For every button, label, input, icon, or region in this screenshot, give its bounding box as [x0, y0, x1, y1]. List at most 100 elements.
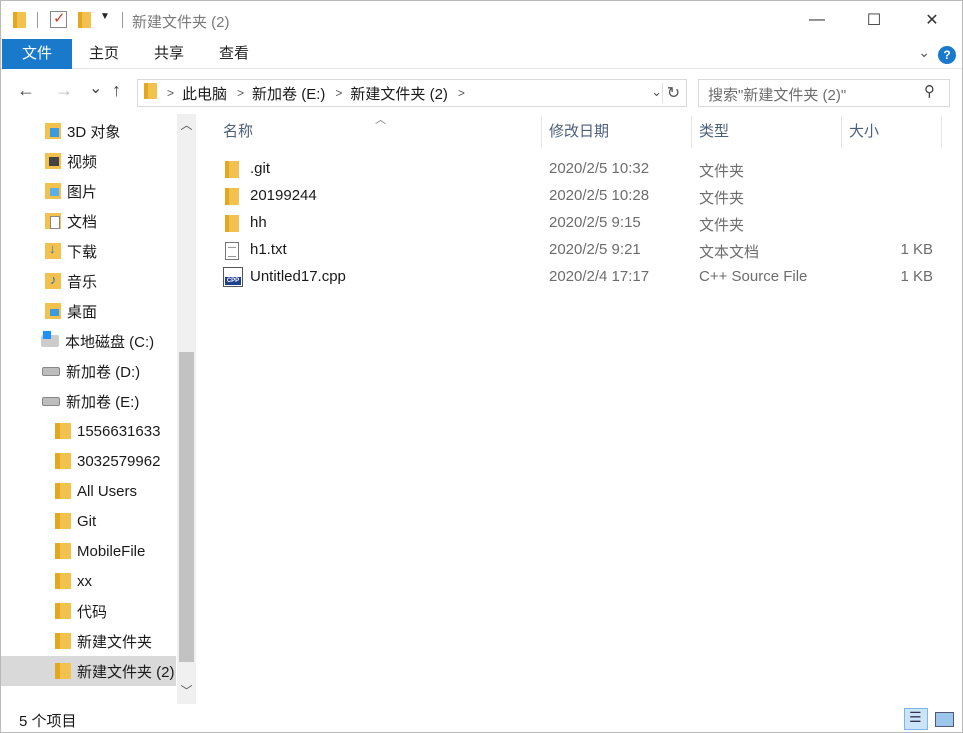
file-list: ︿ 名称 修改日期 类型 大小 .git 2020/2/5 10:32 文件夹 …: [197, 114, 962, 704]
ribbon-tabs: 文件 主页 共享 查看 ⌄ ?: [1, 39, 962, 69]
table-row[interactable]: h1.txt 2020/2/5 9:21 文本文档 1 KB: [219, 237, 939, 264]
minimize-button[interactable]: —: [789, 1, 845, 39]
sidebar-item-music[interactable]: 音乐: [1, 266, 176, 296]
scrollbar-thumb[interactable]: [179, 352, 194, 662]
folder-icon: [55, 423, 71, 439]
details-view-icon[interactable]: [904, 708, 928, 730]
sidebar-item-pictures[interactable]: 图片: [1, 176, 176, 206]
forward-arrow-icon[interactable]: →: [55, 80, 73, 101]
breadcrumb-current-folder[interactable]: 新建文件夹 (2): [350, 83, 448, 104]
search-input[interactable]: 搜索"新建文件夹 (2)": [698, 79, 950, 107]
sidebar-item-drive-d[interactable]: 新加卷 (D:): [1, 356, 176, 386]
properties-icon[interactable]: [50, 9, 67, 28]
divider[interactable]: [941, 116, 942, 148]
sidebar-item-folder[interactable]: xx: [1, 566, 176, 596]
sidebar-item-downloads[interactable]: 下载: [1, 236, 176, 266]
address-bar[interactable]: > 此电脑 > 新加卷 (E:) > 新建文件夹 (2) > ⌄ ↻: [137, 79, 687, 107]
windows-drive-icon: [41, 331, 59, 347]
folder-icon: [55, 633, 71, 649]
folder-icon: [225, 215, 239, 232]
breadcrumb-this-pc[interactable]: 此电脑: [182, 83, 227, 104]
chevron-up-icon[interactable]: ︿: [177, 116, 196, 136]
download-icon: [45, 241, 61, 259]
folder-icon: [144, 83, 157, 103]
folder-icon: [55, 573, 71, 589]
window-title: 新建文件夹 (2): [132, 14, 230, 31]
sidebar-item-3d-objects[interactable]: 3D 对象: [1, 116, 176, 146]
divider: [37, 12, 38, 28]
sidebar-item-desktop[interactable]: 桌面: [1, 296, 176, 326]
drive-icon: [42, 396, 60, 406]
folder-icon: [55, 663, 71, 679]
folder-icon: [55, 543, 71, 559]
sidebar-item-folder[interactable]: All Users: [1, 476, 176, 506]
refresh-icon[interactable]: ↻: [662, 83, 684, 103]
column-header-date[interactable]: 修改日期: [549, 118, 609, 146]
breadcrumb-drive-e[interactable]: 新加卷 (E:): [252, 83, 325, 104]
large-icons-view-icon[interactable]: [932, 708, 956, 730]
sidebar-item-folder[interactable]: 1556631633: [1, 416, 176, 446]
table-row[interactable]: 20199244 2020/2/5 10:28 文件夹: [219, 183, 939, 210]
music-icon: [45, 272, 61, 289]
chevron-right-icon[interactable]: >: [237, 86, 244, 100]
back-arrow-icon[interactable]: ←: [17, 80, 35, 101]
sidebar-item-drive-e[interactable]: 新加卷 (E:): [1, 386, 176, 416]
close-button[interactable]: ✕: [904, 1, 960, 39]
chevron-down-icon[interactable]: ⌄: [651, 84, 662, 100]
folder-icon: [55, 513, 71, 529]
chevron-right-icon[interactable]: >: [458, 86, 465, 100]
folder-icon[interactable]: [13, 10, 26, 30]
tab-home[interactable]: 主页: [77, 39, 131, 69]
tab-file[interactable]: 文件: [2, 39, 72, 69]
divider: [122, 12, 123, 28]
table-row[interactable]: Untitled17.cpp 2020/2/4 17:17 C++ Source…: [219, 264, 939, 291]
sidebar-item-videos[interactable]: 视频: [1, 146, 176, 176]
folder-icon: [225, 188, 239, 205]
pictures-icon: [45, 183, 61, 199]
sidebar-item-folder[interactable]: MobileFile: [1, 536, 176, 566]
video-icon: [45, 153, 61, 169]
chevron-down-icon[interactable]: ﹀: [177, 682, 196, 702]
text-file-icon: [225, 242, 239, 260]
navigation-pane: 3D 对象 视频 图片 文档 下载 音乐 桌面 本地磁盘 (C:) 新加卷 (D…: [1, 114, 197, 704]
documents-icon: [45, 213, 61, 229]
up-arrow-icon[interactable]: ↑: [112, 80, 121, 101]
navigation-scrollbar[interactable]: ︿ ﹀: [177, 114, 196, 704]
divider[interactable]: [691, 116, 692, 148]
drive-icon: [42, 366, 60, 376]
new-folder-icon[interactable]: [78, 10, 91, 30]
chevron-down-icon[interactable]: ⌄: [918, 44, 930, 61]
title-bar: ▼ 新建文件夹 (2) — ☐ ✕: [1, 1, 962, 39]
folder-icon: [55, 453, 71, 469]
sidebar-item-documents[interactable]: 文档: [1, 206, 176, 236]
divider[interactable]: [541, 116, 542, 148]
table-row[interactable]: hh 2020/2/5 9:15 文件夹: [219, 210, 939, 237]
column-header-size[interactable]: 大小: [849, 118, 879, 146]
status-bar: 5 个项目: [1, 704, 962, 732]
column-header-type[interactable]: 类型: [699, 118, 729, 146]
desktop-icon: [45, 303, 61, 319]
cpp-file-icon: [223, 267, 243, 287]
column-header-name[interactable]: 名称: [223, 118, 253, 146]
search-icon[interactable]: ⚲: [924, 82, 953, 100]
maximize-button[interactable]: ☐: [846, 1, 902, 39]
sort-ascending-icon: ︿: [375, 114, 386, 126]
tab-share[interactable]: 共享: [142, 39, 196, 69]
sidebar-item-folder[interactable]: 新建文件夹: [1, 626, 176, 656]
chevron-right-icon[interactable]: >: [335, 86, 342, 100]
sidebar-item-folder[interactable]: 代码: [1, 596, 176, 626]
item-count: 5 个项目: [19, 713, 77, 730]
sidebar-item-selected-folder[interactable]: 新建文件夹 (2): [1, 656, 176, 686]
table-row[interactable]: .git 2020/2/5 10:32 文件夹: [219, 156, 939, 183]
recent-locations-icon[interactable]: ⌄: [89, 78, 102, 98]
help-icon[interactable]: ?: [938, 46, 956, 64]
customize-toolbar-icon[interactable]: ▼: [100, 11, 110, 22]
chevron-right-icon[interactable]: >: [167, 86, 174, 100]
folder-icon: [55, 603, 71, 619]
tab-view[interactable]: 查看: [207, 39, 261, 69]
sidebar-item-folder[interactable]: Git: [1, 506, 176, 536]
sidebar-item-folder[interactable]: 3032579962: [1, 446, 176, 476]
divider[interactable]: [841, 116, 842, 148]
explorer-window: ▼ 新建文件夹 (2) — ☐ ✕ 文件 主页 共享 查看 ⌄ ? ← → ⌄ …: [0, 0, 963, 733]
sidebar-item-drive-c[interactable]: 本地磁盘 (C:): [1, 326, 176, 356]
